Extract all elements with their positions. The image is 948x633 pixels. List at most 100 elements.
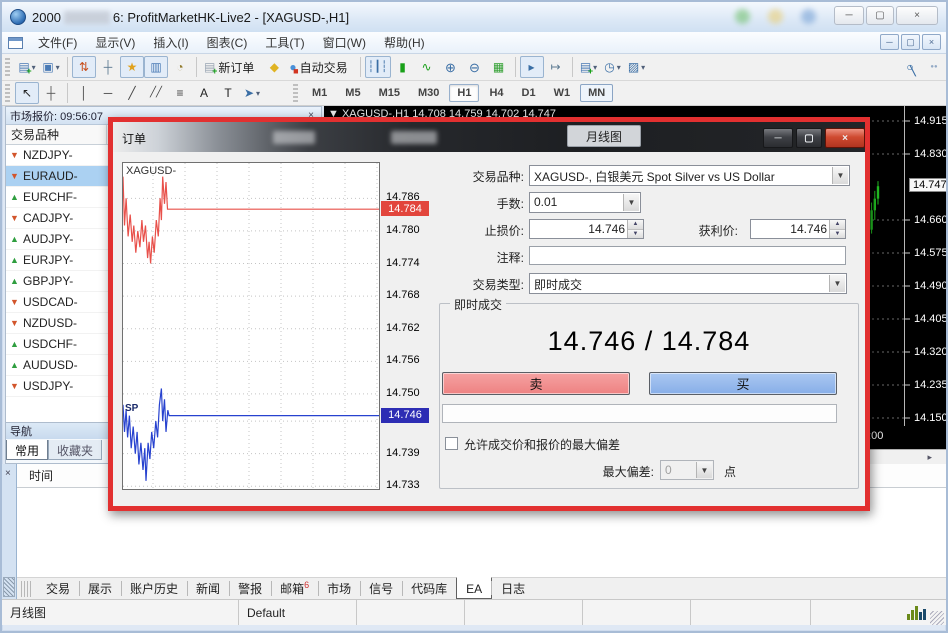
menu-item[interactable]: 显示(V) — [86, 31, 144, 54]
spin-down-icon[interactable]: ▼ — [830, 230, 845, 239]
navigator-button[interactable]: ★ — [120, 56, 144, 78]
dropdown-caret-icon[interactable]: ▾ — [256, 89, 260, 98]
panel-grip-icon[interactable] — [3, 577, 15, 597]
volume-select[interactable]: 0.01▼ — [529, 192, 641, 213]
maximize-button[interactable]: ▢ — [866, 6, 894, 25]
mdi-close-button[interactable]: × — [922, 34, 941, 50]
terminal-tab-信号[interactable]: 信号 — [360, 578, 402, 599]
menu-item[interactable]: 文件(F) — [29, 31, 86, 54]
terminal-tab-市场[interactable]: 市场 — [318, 578, 360, 599]
terminal-tab-新闻[interactable]: 新闻 — [187, 578, 229, 599]
text-label-button[interactable]: T — [216, 82, 240, 104]
timeframe-m5-button[interactable]: M5 — [337, 84, 368, 102]
menu-item[interactable]: 窗口(W) — [314, 31, 375, 54]
timeframe-h4-button[interactable]: H4 — [481, 84, 511, 102]
tab-bar-grip-icon[interactable] — [21, 581, 33, 597]
dialog-minimize-button[interactable]: ─ — [763, 128, 793, 148]
symbol-select[interactable]: XAGUSD-, 白银美元 Spot Silver vs US Dollar▼ — [529, 165, 850, 186]
auto-scroll-button[interactable]: ▸ — [520, 56, 544, 78]
buy-button[interactable]: 买 — [649, 372, 837, 395]
terminal-button[interactable]: ▥ — [144, 56, 168, 78]
fibonacci-button[interactable]: ≡ — [168, 82, 192, 104]
strategy-tester-button[interactable]: ◔ — [168, 56, 192, 78]
deviation-checkbox[interactable] — [445, 437, 458, 450]
resize-grip[interactable] — [930, 611, 944, 625]
menu-item[interactable]: 图表(C) — [198, 31, 257, 54]
autotrading-button[interactable]: ●■自动交易 — [286, 56, 355, 78]
take-profit-input[interactable]: 14.746 ▲▼ — [750, 219, 846, 239]
navigator-tab[interactable]: 常用 — [6, 440, 48, 460]
dialog-close-button[interactable]: × — [825, 128, 865, 148]
terminal-tab-EA[interactable]: EA — [456, 577, 492, 599]
scroll-right-icon[interactable]: ▸ — [927, 452, 932, 463]
terminal-tab-代码库[interactable]: 代码库 — [402, 578, 456, 599]
timeframe-d1-button[interactable]: D1 — [514, 84, 544, 102]
mdi-restore-button[interactable]: ▢ — [901, 34, 920, 50]
timeframe-m30-button[interactable]: M30 — [410, 84, 447, 102]
terminal-tab-日志[interactable]: 日志 — [492, 578, 534, 599]
terminal-tab-邮箱[interactable]: 邮箱6 — [271, 578, 318, 599]
terminal-close-icon[interactable]: × — [5, 468, 11, 479]
indicators-button[interactable]: ▤+▾ — [577, 56, 601, 78]
timeframe-m1-button[interactable]: M1 — [304, 84, 335, 102]
dropdown-caret-icon[interactable]: ▾ — [617, 63, 621, 72]
vertical-line-button[interactable]: │ — [72, 82, 96, 104]
toolbar-grip[interactable] — [293, 84, 298, 102]
menu-item[interactable]: 插入(I) — [144, 31, 197, 54]
close-button[interactable]: × — [896, 6, 938, 25]
dialog-maximize-button[interactable]: ▢ — [796, 128, 822, 148]
market-watch-button[interactable]: ⇅ — [72, 56, 96, 78]
dropdown-caret-icon[interactable]: ▾ — [32, 63, 36, 72]
tile-windows-button[interactable]: ▦ — [487, 56, 511, 78]
candlestick-chart-button[interactable]: ▮ — [391, 56, 415, 78]
channel-button[interactable]: ╱╱ — [144, 82, 168, 104]
toolbar-grip[interactable] — [5, 58, 10, 76]
terminal-tab-警报[interactable]: 警报 — [229, 578, 271, 599]
periods-button[interactable]: ◷▾ — [601, 56, 625, 78]
dropdown-caret-icon[interactable]: ▾ — [56, 63, 60, 72]
timeframe-w1-button[interactable]: W1 — [546, 84, 579, 102]
order-type-select[interactable]: 即时成交▼ — [529, 273, 847, 294]
arrows-button[interactable]: ➤▾ — [240, 82, 264, 104]
mdi-minimize-button[interactable]: ─ — [880, 34, 899, 50]
community-button[interactable]: ●● — [922, 56, 946, 78]
trendline-button[interactable]: ╱ — [120, 82, 144, 104]
data-window-button[interactable]: ┼ — [96, 56, 120, 78]
chart-shift-button[interactable]: ↦ — [544, 56, 568, 78]
chevron-down-icon[interactable]: ▼ — [623, 194, 639, 211]
chevron-down-icon[interactable]: ▼ — [832, 167, 848, 184]
zoom-out-button[interactable]: ⊖ — [463, 56, 487, 78]
zoom-in-button[interactable]: ⊕ — [439, 56, 463, 78]
minimize-button[interactable]: ─ — [834, 6, 864, 25]
terminal-tab-账户历史[interactable]: 账户历史 — [121, 578, 187, 599]
line-chart-button[interactable]: ∿ — [415, 56, 439, 78]
search-button[interactable]: ○╲ — [898, 56, 922, 78]
terminal-tab-展示[interactable]: 展示 — [79, 578, 121, 599]
navigator-tab[interactable]: 收藏夹 — [48, 440, 102, 460]
new-order-button[interactable]: ▤+新订单 — [201, 56, 262, 78]
dropdown-caret-icon[interactable]: ▾ — [593, 63, 597, 72]
crosshair-button[interactable]: ┼ — [39, 82, 63, 104]
toolbar-grip[interactable] — [5, 84, 10, 102]
horizontal-line-button[interactable]: ─ — [96, 82, 120, 104]
order-dialog-titlebar[interactable]: 订单 ─ ▢ × — [113, 122, 865, 152]
templates-button[interactable]: ▨▾ — [625, 56, 649, 78]
spin-up-icon[interactable]: ▲ — [830, 220, 845, 230]
dropdown-caret-icon[interactable]: ▾ — [641, 63, 645, 72]
comment-input[interactable] — [529, 246, 846, 265]
text-button[interactable]: A — [192, 82, 216, 104]
metaeditor-button[interactable]: ◆ — [262, 56, 286, 78]
timeframe-h1-button[interactable]: H1 — [449, 84, 479, 102]
profiles-button[interactable]: ▣▾ — [39, 56, 63, 78]
chevron-down-icon[interactable]: ▼ — [829, 275, 845, 292]
timeframe-mn-button[interactable]: MN — [580, 84, 613, 102]
new-chart-button[interactable]: ▤+▾ — [15, 56, 39, 78]
sell-button[interactable]: 卖 — [442, 372, 630, 395]
bar-chart-button[interactable]: ┆┃┆ — [365, 56, 391, 78]
timeframe-m15-button[interactable]: M15 — [371, 84, 408, 102]
menu-item[interactable]: 帮助(H) — [375, 31, 434, 54]
title-bar[interactable]: 2000 6: ProfitMarketHK-Live2 - [XAGUSD-,… — [2, 2, 946, 32]
cursor-button[interactable]: ↖ — [15, 82, 39, 104]
menu-item[interactable]: 工具(T) — [256, 31, 313, 54]
terminal-tab-交易[interactable]: 交易 — [37, 578, 79, 599]
